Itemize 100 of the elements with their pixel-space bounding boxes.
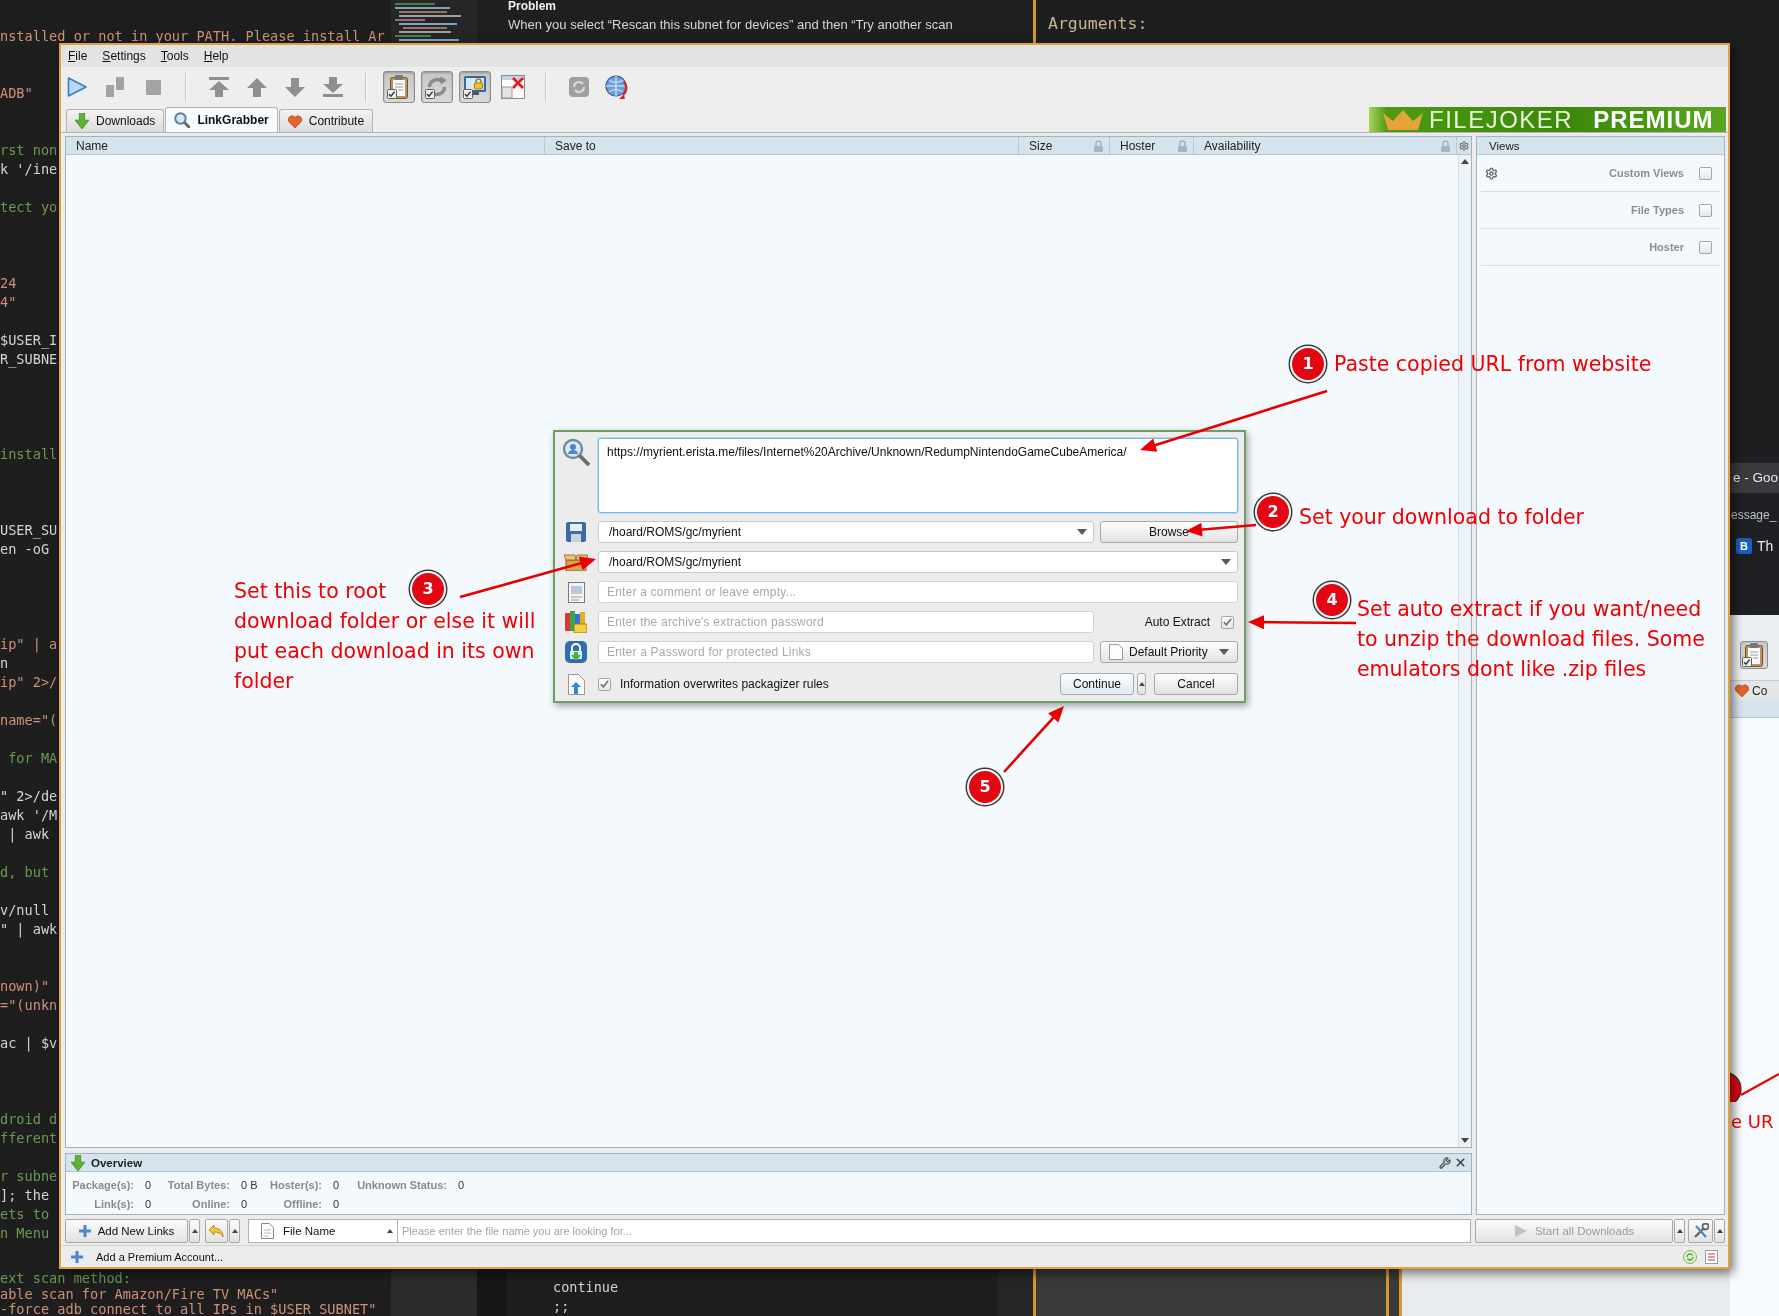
terminal-line: droid d xyxy=(0,1111,58,1126)
terminal-line: r subne xyxy=(0,1168,58,1183)
annotation-text: Set this to root xyxy=(234,578,387,605)
cancel-button[interactable]: Cancel xyxy=(1154,673,1238,695)
filter-label: Hoster xyxy=(1649,241,1684,253)
continue-menu-button[interactable] xyxy=(1137,673,1146,695)
url-input-field[interactable]: https://myrient.erista.me/files/Internet%20Archive/Unknown/RedumpNintendoGameCubeAmerica/ xyxy=(598,438,1238,513)
filter-checkbox[interactable] xyxy=(1699,240,1712,254)
auto-extract-label: Auto Extract xyxy=(1144,615,1210,629)
globe-icon xyxy=(605,75,629,99)
terminal-line: for MA xyxy=(7,750,58,765)
heart-icon xyxy=(287,114,302,128)
stat-label: Online: xyxy=(192,1197,230,1210)
promo-banner[interactable]: FILEJOKER PREMIUM xyxy=(1369,107,1726,132)
caret-up-icon xyxy=(1138,682,1145,686)
tier-label: PREMIUM xyxy=(1593,107,1714,132)
close-icon[interactable] xyxy=(1454,1156,1467,1169)
terminal-line: fferent xyxy=(0,1130,58,1145)
browser-tab[interactable]: e - Goo xyxy=(1730,463,1779,493)
filter-checkbox[interactable] xyxy=(1699,166,1712,180)
stat-value: 0 xyxy=(144,1178,152,1191)
undo-menu-button[interactable] xyxy=(229,1219,240,1243)
search-scope-dropdown[interactable]: File Name xyxy=(248,1219,398,1243)
panel-title: Views xyxy=(1477,137,1724,155)
clipboard-toggle-button[interactable] xyxy=(383,71,415,103)
caret-down-icon xyxy=(1221,559,1231,565)
annotation-text: e UR xyxy=(1730,1110,1774,1134)
auto-extract-checkbox[interactable] xyxy=(1221,615,1234,629)
clipboard-toggle-button[interactable] xyxy=(1740,641,1768,669)
package-name-dropdown[interactable]: /hoard/ROMS/gc/myrient xyxy=(598,551,1238,573)
checkmark-icon xyxy=(600,680,609,688)
add-links-button[interactable]: Add New Links xyxy=(65,1219,188,1243)
overwrite-rules-checkbox[interactable] xyxy=(598,677,611,691)
menu-item[interactable]: Settings xyxy=(95,45,153,67)
step-number-marker: 3 xyxy=(410,571,446,607)
arrow-up-icon xyxy=(247,77,267,97)
wrench-icon[interactable] xyxy=(1439,1156,1451,1169)
notepad-icon xyxy=(567,581,585,603)
download-arrow-icon xyxy=(75,113,89,129)
terminal-line: ets to xyxy=(0,1206,50,1221)
tools-icon xyxy=(1692,1223,1709,1239)
annotation-text: Paste copied URL from website xyxy=(1334,351,1652,378)
column-header[interactable]: Save to xyxy=(545,137,1019,154)
stat-value: 0 xyxy=(457,1178,465,1191)
bookmark-link[interactable]: Th xyxy=(1757,537,1774,555)
column-header[interactable]: Size xyxy=(1019,137,1110,154)
tab[interactable]: Contribute xyxy=(278,109,374,132)
continue-button[interactable]: Continue xyxy=(1060,673,1134,695)
tab[interactable]: LinkGrabber xyxy=(165,107,278,132)
tools-menu-button[interactable] xyxy=(1714,1219,1725,1243)
save-folder-dropdown[interactable]: /hoard/ROMS/gc/myrient xyxy=(598,521,1094,543)
menu-item[interactable]: File xyxy=(61,45,95,67)
list-icon xyxy=(1705,1249,1718,1264)
archive-lock-icon xyxy=(565,611,587,633)
tools-button[interactable] xyxy=(1688,1219,1713,1243)
add-links-menu-button[interactable] xyxy=(189,1219,200,1243)
menu-item[interactable]: Tools xyxy=(153,45,196,67)
priority-dropdown[interactable]: Default Priority xyxy=(1100,641,1238,663)
terminal-line: ip" 2>/ xyxy=(0,674,58,689)
stat-value: 0 xyxy=(240,1197,248,1210)
start-menu-button[interactable] xyxy=(1674,1219,1685,1243)
terminal-line: 24 xyxy=(0,275,17,290)
column-header[interactable]: Name xyxy=(66,137,545,154)
annotation-text: to unzip the download files. Some xyxy=(1357,626,1705,653)
app-tab[interactable]: Co xyxy=(1730,680,1779,700)
browse-button[interactable]: Browse xyxy=(1100,521,1238,543)
tab[interactable]: Downloads xyxy=(66,109,165,132)
overview-title: Overview xyxy=(91,1156,143,1169)
column-header[interactable]: Hoster xyxy=(1110,137,1194,154)
filter-label: Custom Views xyxy=(1609,167,1684,179)
page-icon xyxy=(1109,644,1123,660)
settings-icon[interactable] xyxy=(1485,166,1498,180)
window-cross-icon xyxy=(501,75,525,99)
plus-icon xyxy=(71,1250,83,1263)
column-header[interactable]: Availability xyxy=(1194,137,1457,154)
document-icon xyxy=(261,1223,274,1239)
scroll-up-icon xyxy=(1461,159,1469,164)
filter-checkbox[interactable] xyxy=(1699,203,1712,217)
caret-up-icon xyxy=(231,1229,238,1233)
stat-label: Total Bytes: xyxy=(167,1178,230,1191)
annotation-text: put each download in its own xyxy=(234,638,535,665)
caret-up-icon xyxy=(387,1229,393,1233)
stop-icon xyxy=(145,79,161,95)
step-number-marker: 4 xyxy=(1314,582,1350,618)
crown-icon xyxy=(1383,109,1423,130)
pause-icon xyxy=(106,77,124,97)
caret-up-icon xyxy=(191,1229,198,1233)
terminal-line: en -oG xyxy=(0,541,50,556)
terminal-line: rst non xyxy=(0,142,58,157)
terminal-line: n Menu xyxy=(0,1225,50,1240)
premium-toggle-button[interactable] xyxy=(459,71,491,103)
terminal-line: R_SUBNE xyxy=(0,351,58,366)
terminal-line: v/null xyxy=(0,902,50,917)
magnifier-icon xyxy=(174,112,191,128)
open-box-icon xyxy=(564,553,588,571)
auto-reconnect-toggle-button[interactable] xyxy=(421,71,453,103)
menu-item[interactable]: Help xyxy=(196,45,236,67)
add-premium-account-link[interactable]: Add a Premium Account... xyxy=(96,1250,224,1263)
document-heading: Problem xyxy=(508,0,556,13)
document-text: When you select “Rescan this subnet for devices” and then “Try another scan xyxy=(508,17,953,32)
